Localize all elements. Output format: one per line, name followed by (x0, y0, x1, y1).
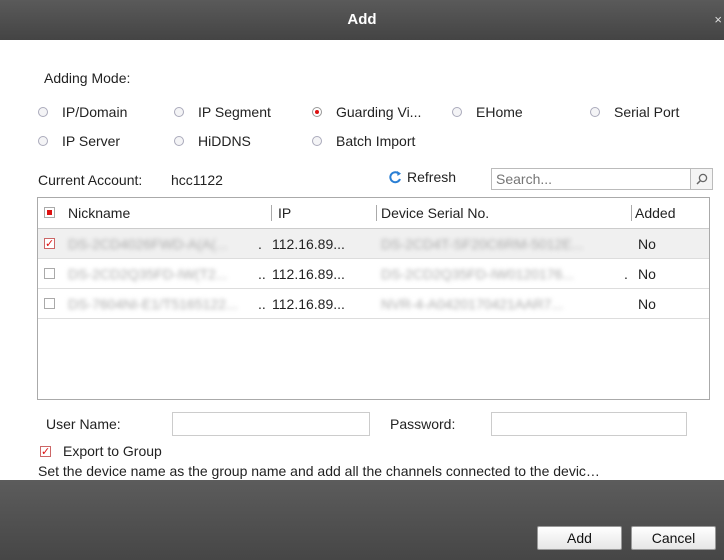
row-nickname: DS-2CD2Q35FD-IW(T2... (68, 266, 228, 282)
row-added: No (638, 266, 656, 282)
radio-label: IP/Domain (62, 104, 128, 120)
row-ip: 112.16.89... (272, 266, 345, 282)
radio-serial-port[interactable]: Serial Port (590, 104, 679, 120)
password-label: Password: (390, 416, 456, 432)
table-row[interactable]: DS-2CD2Q35FD-IW(T2... .. 112.16.89... DS… (38, 259, 709, 289)
radio-dot-selected (312, 107, 322, 117)
radio-dot (452, 107, 462, 117)
current-account-label: Current Account: (38, 172, 143, 188)
radio-dot (312, 136, 322, 146)
export-note: Set the device name as the group name an… (38, 463, 600, 479)
table-header: Nickname IP Device Serial No. Added (38, 198, 709, 229)
radio-batch-import[interactable]: Batch Import (312, 133, 415, 149)
row-nickname-suffix: . (258, 236, 262, 252)
search-icon (695, 173, 707, 185)
radio-dot (38, 107, 48, 117)
window-title: Add (347, 11, 377, 28)
cancel-button[interactable]: Cancel (631, 526, 716, 550)
row-serial: NVR-4-A0420170421AAR7... (381, 296, 564, 312)
radio-guarding-vision[interactable]: Guarding Vi... (312, 104, 421, 120)
row-checkbox[interactable] (44, 298, 55, 309)
row-nickname: DS-7604NI-E1/T5165122... (68, 296, 238, 312)
radio-ip-segment[interactable]: IP Segment (174, 104, 271, 120)
radio-hiddns[interactable]: HiDDNS (174, 133, 251, 149)
username-input[interactable] (174, 414, 361, 434)
row-ip: 112.16.89... (272, 296, 345, 312)
column-divider[interactable] (631, 205, 632, 221)
radio-ip-server[interactable]: IP Server (38, 133, 120, 149)
radio-label: Batch Import (336, 133, 416, 149)
radio-dot (174, 107, 184, 117)
row-nickname-suffix: .. (258, 296, 266, 312)
row-nickname-suffix: .. (258, 266, 266, 282)
add-button[interactable]: Add (537, 526, 622, 550)
column-header-ip[interactable]: IP (278, 205, 291, 221)
close-icon[interactable]: × (714, 12, 722, 27)
row-nickname: DS-2CD4026FWD-A(A(... (68, 236, 228, 252)
row-serial: DS-2CD2Q35FD-IW0120176... (381, 266, 574, 282)
search-input[interactable] (496, 170, 666, 188)
row-checkbox[interactable]: ✓ (44, 238, 55, 250)
radio-label: EHome (476, 104, 523, 120)
search-box (491, 168, 691, 190)
row-ip: 112.16.89... (272, 236, 345, 252)
radio-ehome[interactable]: EHome (452, 104, 523, 120)
device-table: Nickname IP Device Serial No. Added ✓ DS… (37, 197, 710, 400)
select-all-checkbox[interactable] (44, 207, 55, 218)
export-to-group-checkbox[interactable]: ✓ Export to Group (40, 443, 162, 459)
radio-label: IP Server (62, 133, 121, 149)
row-serial: DS-2CD4T-SF20C6RM-5012E... (381, 236, 584, 252)
table-row[interactable]: DS-7604NI-E1/T5165122... .. 112.16.89...… (38, 289, 709, 319)
title-bar: Add × (0, 0, 724, 40)
column-header-added[interactable]: Added (635, 205, 675, 221)
column-header-nickname[interactable]: Nickname (68, 205, 130, 221)
column-divider[interactable] (376, 205, 377, 221)
row-checkbox[interactable] (44, 268, 55, 279)
radio-dot (590, 107, 600, 117)
column-header-serial[interactable]: Device Serial No. (381, 205, 489, 221)
row-serial-suffix: . (624, 266, 628, 282)
checkmark-icon: ✓ (40, 445, 51, 458)
radio-ip-domain[interactable]: IP/Domain (38, 104, 127, 120)
table-row[interactable]: ✓ DS-2CD4026FWD-A(A(... . 112.16.89... D… (38, 229, 709, 259)
row-added: No (638, 236, 656, 252)
search-button[interactable] (691, 168, 713, 190)
password-input[interactable] (493, 414, 678, 434)
adding-mode-label: Adding Mode: (44, 70, 131, 86)
radio-label: Serial Port (614, 104, 680, 120)
current-account-value: hcc1122 (171, 172, 223, 188)
refresh-button[interactable]: Refresh (388, 169, 456, 185)
radio-label: HiDDNS (198, 133, 251, 149)
radio-label: Guarding Vi... (336, 104, 422, 120)
radio-label: IP Segment (198, 104, 271, 120)
username-field[interactable] (172, 412, 370, 436)
row-added: No (638, 296, 656, 312)
column-divider[interactable] (271, 205, 272, 221)
password-field[interactable] (491, 412, 687, 436)
username-label: User Name: (46, 416, 121, 432)
radio-dot (38, 136, 48, 146)
refresh-label: Refresh (407, 169, 457, 185)
export-to-group-label: Export to Group (63, 443, 162, 459)
radio-dot (174, 136, 184, 146)
refresh-icon (389, 171, 401, 184)
